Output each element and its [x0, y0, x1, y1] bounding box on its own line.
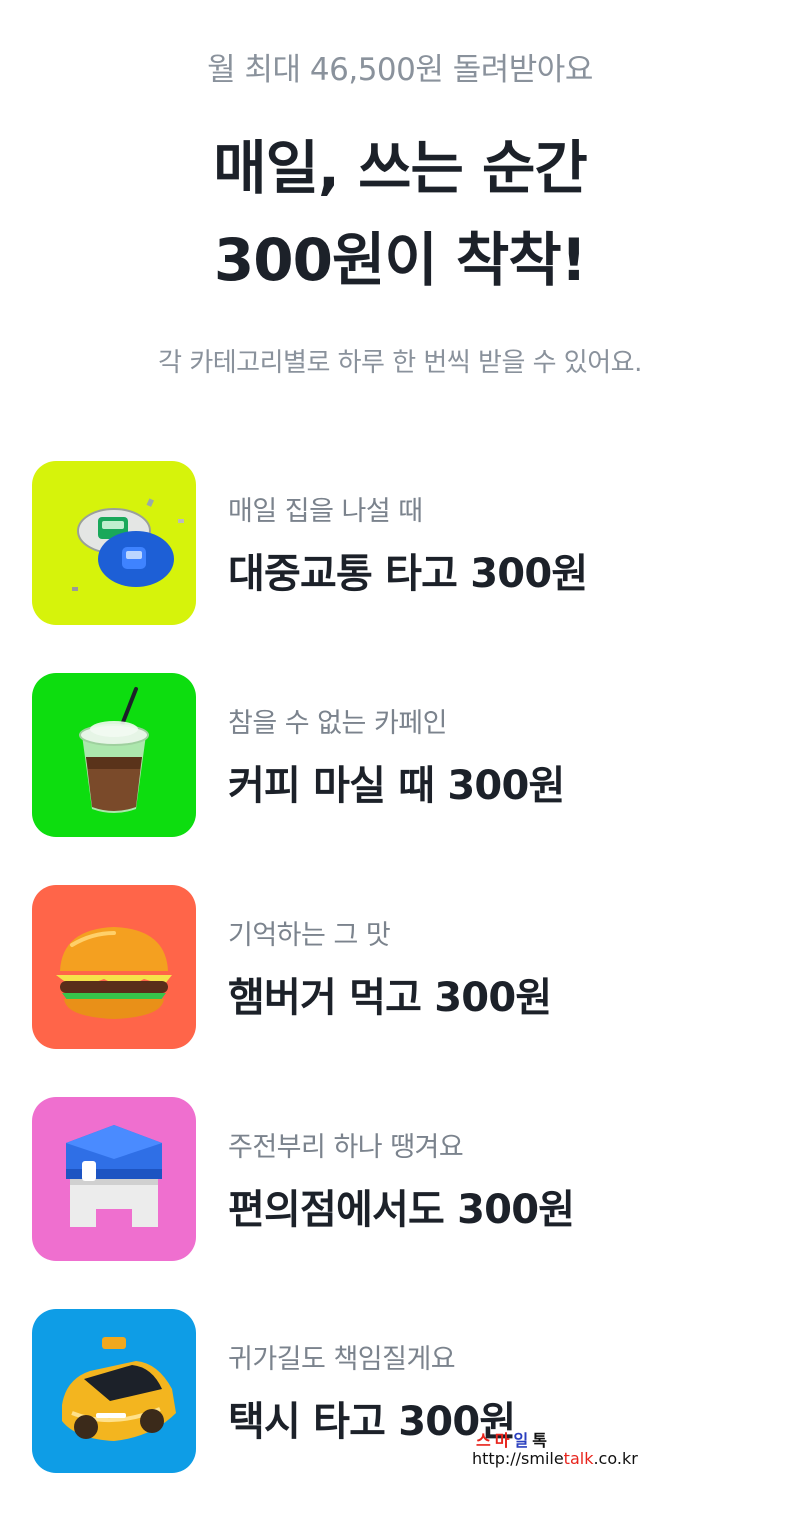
benefit-caption: 귀가길도 책임질게요: [228, 1344, 456, 1375]
watermark-brand: 스마일톡: [472, 1432, 638, 1450]
benefit-title: 커피 마실 때 300원: [228, 763, 565, 809]
benefit-item-coffee[interactable]: 참을 수 없는 카페인 커피 마실 때 300원: [32, 673, 772, 837]
benefit-item-taxi[interactable]: 귀가길도 책임질게요 택시 타고 300원: [32, 1309, 772, 1473]
headline: 매일, 쓰는 순간 300원이 착착!: [0, 122, 800, 306]
benefit-caption: 참을 수 없는 카페인: [228, 708, 447, 739]
benefit-caption: 주전부리 하나 땡겨요: [228, 1132, 464, 1163]
taxi-icon: [32, 1309, 196, 1473]
watermark-brand-char: 일: [513, 1431, 533, 1450]
headline-line-1: 매일, 쓰는 순간: [213, 134, 588, 202]
watermark-url-suffix: .co.kr: [593, 1449, 638, 1468]
benefit-item-transit[interactable]: 매일 집을 나설 때 대중교통 타고 300원: [32, 461, 772, 625]
benefit-item-hamburger[interactable]: 기억하는 그 맛 햄버거 먹고 300원: [32, 885, 772, 1049]
header-description: 각 카테고리별로 하루 한 번씩 받을 수 있어요.: [158, 348, 642, 378]
header-subtitle: 월 최대 46,500원 돌려받아요: [207, 52, 593, 88]
hamburger-icon: [32, 885, 196, 1049]
watermark-brand-char: 스: [476, 1431, 495, 1450]
benefit-title: 햄버거 먹고 300원: [228, 975, 552, 1021]
benefit-title: 대중교통 타고 300원: [228, 551, 588, 597]
benefit-item-convenience-store[interactable]: 주전부리 하나 땡겨요 편의점에서도 300원: [32, 1097, 772, 1261]
iced-coffee-icon: [32, 673, 196, 837]
benefit-title: 편의점에서도 300원: [228, 1187, 575, 1233]
watermark-url: http://smiletalk.co.kr: [472, 1450, 638, 1468]
benefit-caption: 기억하는 그 맛: [228, 920, 391, 951]
transit-icon: [32, 461, 196, 625]
watermark-url-prefix: http://smile: [472, 1449, 564, 1468]
convenience-store-icon: [32, 1097, 196, 1261]
watermark: 스마일톡 http://smiletalk.co.kr: [472, 1432, 638, 1468]
headline-line-2: 300원이 착착!: [213, 226, 587, 294]
watermark-brand-char: 마: [494, 1431, 514, 1450]
benefit-caption: 매일 집을 나설 때: [228, 496, 423, 527]
watermark-url-accent: talk: [563, 1449, 594, 1468]
watermark-brand-char: 톡: [532, 1431, 551, 1450]
